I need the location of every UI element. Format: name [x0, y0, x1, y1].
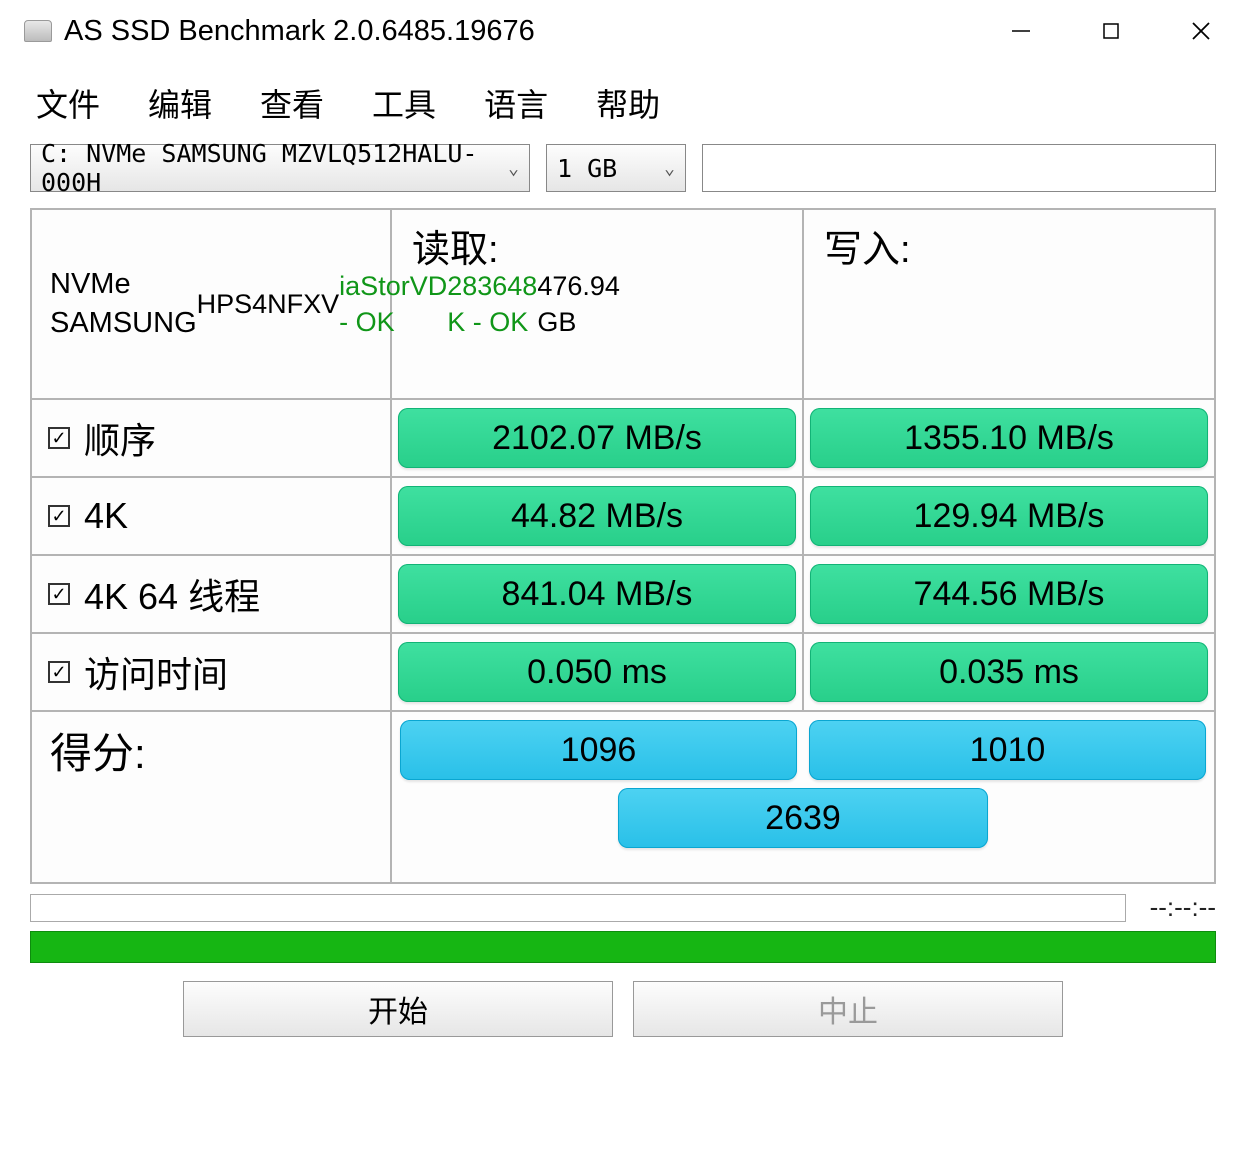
4k-read-value: 44.82 MB/s — [398, 486, 796, 546]
checkbox-4k[interactable]: ✓ — [48, 505, 70, 527]
seq-read-value: 2102.07 MB/s — [398, 408, 796, 468]
header-row: NVMe SAMSUNG HPS4NFXV iaStorVD - OK 2836… — [32, 210, 1214, 400]
start-button[interactable]: 开始 — [183, 981, 613, 1037]
label-4k-text: 4K — [84, 495, 128, 537]
chevron-down-icon: ⌄ — [656, 158, 675, 179]
label-4k: ✓ 4K — [32, 478, 392, 554]
label-4k64-text: 4K 64 线程 — [84, 568, 260, 620]
toolbar: C: NVMe SAMSUNG MZVLQ512HALU-000H ⌄ 1 GB… — [0, 144, 1246, 204]
close-icon — [1189, 19, 1213, 43]
menu-tools[interactable]: 工具 — [372, 80, 436, 126]
abort-button[interactable]: 中止 — [633, 981, 1063, 1037]
minimize-button[interactable] — [976, 0, 1066, 62]
checkbox-seq[interactable]: ✓ — [48, 427, 70, 449]
minimize-icon — [1009, 19, 1033, 43]
4k-write-value: 129.94 MB/s — [810, 486, 1208, 546]
chevron-down-icon: ⌄ — [500, 158, 519, 179]
menu-edit[interactable]: 编辑 — [148, 80, 212, 126]
maximize-icon — [1099, 19, 1123, 43]
progress-area: --:--:-- — [30, 892, 1216, 963]
menu-file[interactable]: 文件 — [36, 80, 100, 126]
header-read: 读取: — [392, 210, 804, 398]
header-write: 写入: — [804, 210, 1214, 398]
row-4k: ✓ 4K 44.82 MB/s 129.94 MB/s — [32, 478, 1214, 556]
progress-bar-empty — [30, 894, 1126, 922]
4k64-write-value: 744.56 MB/s — [810, 564, 1208, 624]
label-access-text: 访问时间 — [84, 646, 228, 698]
maximize-button[interactable] — [1066, 0, 1156, 62]
checkbox-access[interactable]: ✓ — [48, 661, 70, 683]
results-grid: NVMe SAMSUNG HPS4NFXV iaStorVD - OK 2836… — [30, 208, 1216, 884]
score-cells: 1096 1010 2639 — [392, 712, 1214, 882]
window-buttons — [976, 0, 1246, 62]
status-textbox[interactable] — [702, 144, 1216, 192]
score-total: 2639 — [618, 788, 989, 848]
device-model: NVMe SAMSUNG — [50, 265, 197, 343]
progress-bar-full — [30, 931, 1216, 963]
size-select[interactable]: 1 GB ⌄ — [546, 144, 686, 192]
label-access: ✓ 访问时间 — [32, 634, 392, 710]
row-seq: ✓ 顺序 2102.07 MB/s 1355.10 MB/s — [32, 400, 1214, 478]
device-info-cell: NVMe SAMSUNG HPS4NFXV iaStorVD - OK 2836… — [32, 210, 392, 398]
app-icon — [24, 20, 52, 42]
seq-write-value: 1355.10 MB/s — [810, 408, 1208, 468]
menu-help[interactable]: 帮助 — [596, 80, 660, 126]
bottom-buttons: 开始 中止 — [30, 981, 1216, 1037]
titlebar: AS SSD Benchmark 2.0.6485.19676 — [0, 0, 1246, 62]
row-4k64: ✓ 4K 64 线程 841.04 MB/s 744.56 MB/s — [32, 556, 1214, 634]
elapsed-time: --:--:-- — [1150, 892, 1216, 923]
label-4k64: ✓ 4K 64 线程 — [32, 556, 392, 632]
row-access: ✓ 访问时间 0.050 ms 0.035 ms — [32, 634, 1214, 712]
drive-select-value: C: NVMe SAMSUNG MZVLQ512HALU-000H — [41, 139, 500, 197]
size-select-value: 1 GB — [557, 154, 617, 183]
score-write: 1010 — [809, 720, 1206, 780]
label-seq-text: 顺序 — [84, 412, 156, 464]
menu-language[interactable]: 语言 — [484, 80, 548, 126]
window-title: AS SSD Benchmark 2.0.6485.19676 — [64, 15, 535, 48]
row-score: 得分: 1096 1010 2639 — [32, 712, 1214, 882]
drive-select[interactable]: C: NVMe SAMSUNG MZVLQ512HALU-000H ⌄ — [30, 144, 530, 192]
access-write-value: 0.035 ms — [810, 642, 1208, 702]
checkbox-4k64[interactable]: ✓ — [48, 583, 70, 605]
score-read: 1096 — [400, 720, 797, 780]
label-seq: ✓ 顺序 — [32, 400, 392, 476]
close-button[interactable] — [1156, 0, 1246, 62]
menu-view[interactable]: 查看 — [260, 80, 324, 126]
app-window: AS SSD Benchmark 2.0.6485.19676 文件 编辑 查看… — [0, 0, 1246, 1172]
device-serial: HPS4NFXV — [197, 286, 340, 322]
access-read-value: 0.050 ms — [398, 642, 796, 702]
4k64-read-value: 841.04 MB/s — [398, 564, 796, 624]
label-score: 得分: — [32, 712, 392, 882]
menubar: 文件 编辑 查看 工具 语言 帮助 — [0, 62, 1246, 144]
